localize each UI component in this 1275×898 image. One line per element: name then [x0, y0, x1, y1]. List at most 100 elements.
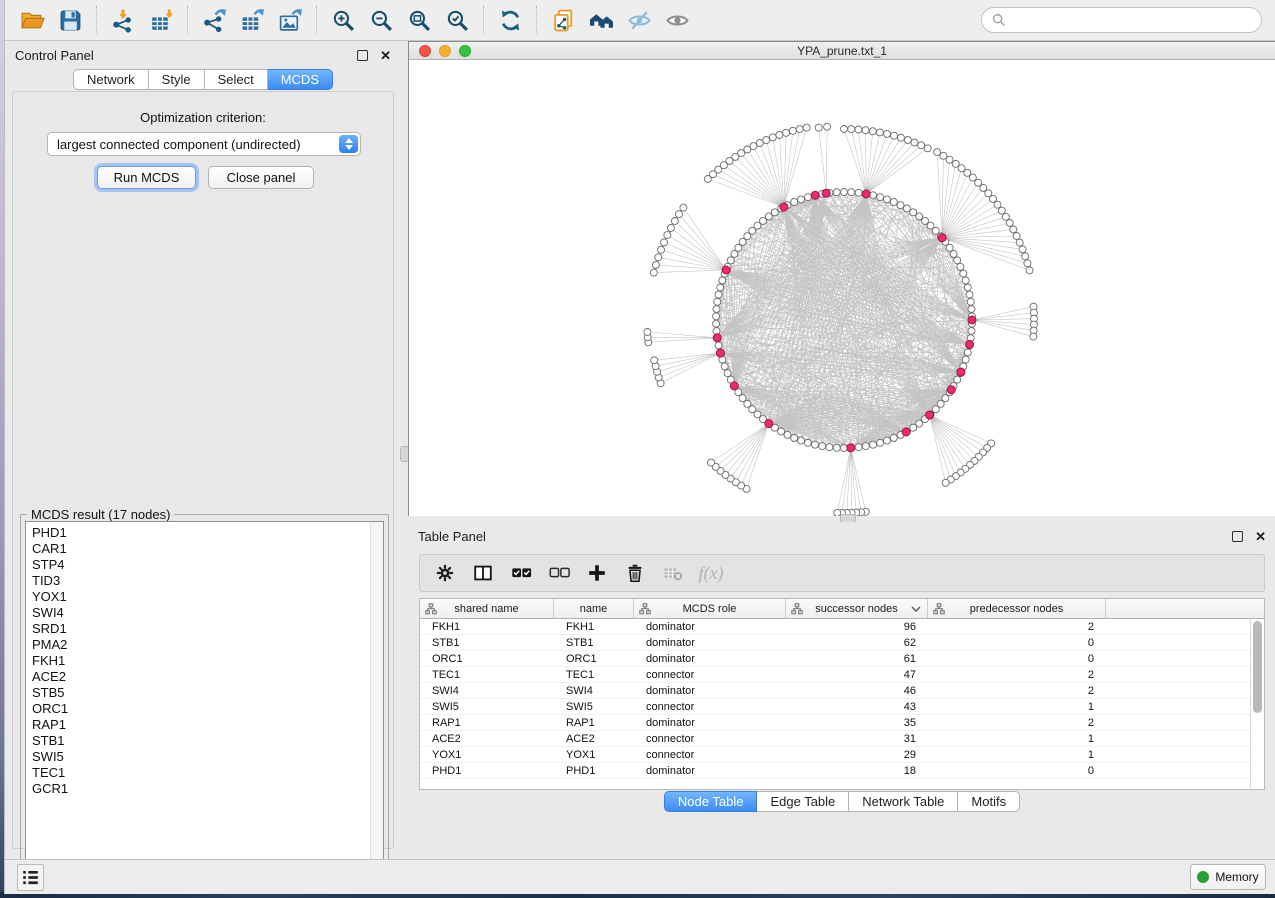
network-node[interactable] [924, 145, 931, 152]
network-node[interactable] [715, 342, 722, 349]
network-node[interactable] [855, 444, 862, 451]
table-row[interactable]: STB1STB1dominator620 [420, 635, 1250, 651]
network-node[interactable] [904, 137, 911, 144]
window-minimize-button[interactable] [439, 45, 451, 57]
network-node[interactable] [897, 134, 904, 141]
mcds-hub-node[interactable] [847, 444, 855, 452]
network-node[interactable] [877, 194, 884, 201]
mcds-hub-node[interactable] [966, 340, 974, 348]
table-row[interactable]: ORC1ORC1dominator610 [420, 651, 1250, 667]
network-node[interactable] [957, 263, 964, 270]
network-node[interactable] [833, 444, 840, 451]
network-node[interactable] [870, 441, 877, 448]
network-node[interactable] [942, 479, 949, 486]
hide-selected-button[interactable] [621, 3, 657, 37]
network-node[interactable] [776, 132, 783, 139]
list-item[interactable]: STP4 [32, 557, 383, 573]
tab-style[interactable]: Style [149, 69, 205, 90]
network-node[interactable] [1026, 267, 1033, 274]
mcds-hub-node[interactable] [811, 191, 819, 199]
tab-network-table[interactable]: Network Table [849, 791, 958, 812]
table-scrollbar-thumb[interactable] [1253, 621, 1262, 713]
save-button[interactable] [52, 3, 88, 37]
network-node[interactable] [890, 434, 897, 441]
tab-node-table[interactable]: Node Table [664, 791, 758, 812]
network-node[interactable] [968, 328, 975, 335]
mcds-hub-node[interactable] [722, 266, 730, 274]
mcds-hub-node[interactable] [957, 368, 965, 376]
network-node[interactable] [1030, 333, 1037, 340]
network-node[interactable] [824, 123, 831, 130]
show-panels-button[interactable] [17, 864, 44, 891]
close-table-panel-icon[interactable]: ✕ [1255, 531, 1266, 542]
table-row[interactable]: PHD1PHD1dominator180 [420, 763, 1250, 779]
refresh-button[interactable] [492, 3, 528, 37]
network-node[interactable] [815, 124, 822, 131]
network-view-canvas[interactable] [409, 61, 1275, 559]
network-node[interactable] [994, 201, 1001, 208]
network-node[interactable] [721, 363, 728, 370]
float-panel-icon[interactable] [357, 50, 368, 61]
run-mcds-button[interactable]: Run MCDS [97, 166, 196, 189]
network-node[interactable] [998, 207, 1005, 214]
network-node[interactable] [651, 357, 658, 364]
list-item[interactable]: STB5 [32, 685, 383, 701]
list-item[interactable]: ACE2 [32, 669, 383, 685]
import-network-button[interactable] [105, 3, 141, 37]
network-node[interactable] [664, 232, 671, 239]
network-node[interactable] [890, 199, 897, 206]
column-header-successor-nodes[interactable]: successor nodes [786, 599, 928, 618]
table-row[interactable]: FKH1FKH1dominator962 [420, 619, 1250, 635]
zoom-in-button[interactable] [325, 3, 361, 37]
network-node[interactable] [784, 431, 791, 438]
mcds-hub-node[interactable] [968, 316, 976, 324]
network-node[interactable] [727, 257, 734, 264]
list-item[interactable]: PMA2 [32, 637, 383, 653]
network-node[interactable] [771, 209, 778, 216]
network-node[interactable] [789, 127, 796, 134]
table-row[interactable]: RAP1RAP1dominator352 [420, 715, 1250, 731]
zoom-out-button[interactable] [363, 3, 399, 37]
network-node[interactable] [680, 204, 687, 211]
network-node[interactable] [848, 189, 855, 196]
deselect-all-button[interactable] [542, 557, 576, 589]
network-node[interactable] [798, 196, 805, 203]
list-item[interactable]: FKH1 [32, 653, 383, 669]
network-node[interactable] [903, 205, 910, 212]
network-node[interactable] [717, 284, 724, 291]
column-header-shared-name[interactable]: shared name [420, 599, 554, 618]
table-row[interactable]: SWI5SWI5connector431 [420, 699, 1250, 715]
network-node[interactable] [804, 439, 811, 446]
network-node[interactable] [918, 142, 925, 149]
mcds-hub-node[interactable] [716, 349, 724, 357]
network-node[interactable] [833, 189, 840, 196]
table-row[interactable]: SWI4SWI4dominator462 [420, 683, 1250, 699]
tab-network[interactable]: Network [73, 69, 149, 90]
network-node[interactable] [869, 128, 876, 135]
import-table-button[interactable] [143, 3, 179, 37]
network-node[interactable] [735, 244, 742, 251]
network-node[interactable] [803, 124, 810, 131]
network-node[interactable] [884, 196, 891, 203]
list-item[interactable]: PHD1 [32, 525, 383, 541]
network-node[interactable] [724, 370, 731, 377]
list-item[interactable]: TID3 [32, 573, 383, 589]
network-node[interactable] [796, 126, 803, 133]
network-node[interactable] [884, 437, 891, 444]
network-node[interactable] [804, 194, 811, 201]
network-node[interactable] [756, 140, 763, 147]
network-node[interactable] [964, 284, 971, 291]
table-row[interactable]: TEC1TEC1connector472 [420, 667, 1250, 683]
mcds-list-scrollbar[interactable] [370, 522, 383, 878]
network-node[interactable] [848, 126, 855, 133]
column-header-mcds-role[interactable]: MCDS role [634, 599, 786, 618]
network-node[interactable] [1013, 233, 1020, 240]
network-node[interactable] [862, 443, 869, 450]
network-node[interactable] [967, 298, 974, 305]
memory-button[interactable]: Memory [1190, 864, 1266, 890]
mcds-hub-node[interactable] [947, 386, 955, 394]
list-item[interactable]: SRD1 [32, 621, 383, 637]
network-node[interactable] [891, 132, 898, 139]
network-node[interactable] [713, 320, 720, 327]
network-node[interactable] [1022, 253, 1029, 260]
